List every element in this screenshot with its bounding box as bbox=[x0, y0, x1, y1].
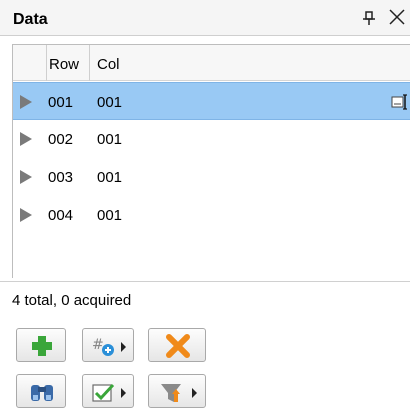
panel-titlebar: Data bbox=[0, 0, 410, 36]
column-header-row[interactable]: Row bbox=[49, 56, 79, 73]
column-separator bbox=[46, 45, 47, 81]
find-icon bbox=[31, 385, 53, 401]
column-header-col[interactable]: Col bbox=[97, 56, 120, 73]
filter-sort-icon bbox=[161, 384, 197, 402]
panel-divider bbox=[0, 281, 410, 282]
filter-sort-button[interactable] bbox=[148, 374, 206, 408]
column-separator bbox=[89, 45, 90, 81]
cell-col[interactable]: 001 bbox=[97, 94, 122, 111]
add-numbered-button[interactable]: # bbox=[82, 328, 134, 362]
table-row[interactable]: 004 001 bbox=[13, 196, 410, 234]
row-indicator-icon bbox=[20, 132, 32, 146]
row-indicator-icon bbox=[20, 170, 32, 184]
svg-text:#: # bbox=[92, 337, 104, 353]
cell-col[interactable]: 001 bbox=[97, 131, 122, 148]
cell-row[interactable]: 003 bbox=[48, 169, 73, 186]
row-indicator-icon bbox=[20, 208, 32, 222]
grid-header: Row Col bbox=[13, 45, 410, 81]
cell-row[interactable]: 004 bbox=[48, 207, 73, 224]
cell-row[interactable]: 002 bbox=[48, 131, 73, 148]
check-icon bbox=[92, 383, 126, 402]
status-text: 4 total, 0 acquired bbox=[12, 292, 132, 309]
table-row[interactable]: 001 001 bbox=[13, 82, 410, 120]
delete-button[interactable] bbox=[148, 328, 206, 362]
data-panel: Data Row Col 001 001 002 001 003 001 004… bbox=[0, 0, 410, 414]
table-row[interactable]: 003 001 bbox=[13, 158, 410, 196]
add-numbered-icon: # bbox=[92, 337, 126, 356]
row-indicator-icon bbox=[20, 95, 32, 109]
find-button[interactable] bbox=[16, 374, 66, 408]
add-button[interactable] bbox=[16, 328, 66, 362]
pin-icon[interactable] bbox=[360, 9, 378, 27]
cell-col[interactable]: 001 bbox=[97, 169, 122, 186]
data-grid: Row Col 001 001 002 001 003 001 004 001 bbox=[12, 44, 410, 278]
cell-row[interactable]: 001 bbox=[48, 94, 73, 111]
add-icon bbox=[32, 336, 52, 356]
check-button[interactable] bbox=[82, 374, 134, 408]
delete-icon bbox=[166, 334, 190, 358]
cell-col[interactable]: 001 bbox=[97, 207, 122, 224]
edit-cell-icon[interactable] bbox=[391, 93, 409, 111]
panel-title: Data bbox=[13, 11, 48, 28]
close-icon[interactable] bbox=[388, 8, 406, 26]
table-row[interactable]: 002 001 bbox=[13, 120, 410, 158]
